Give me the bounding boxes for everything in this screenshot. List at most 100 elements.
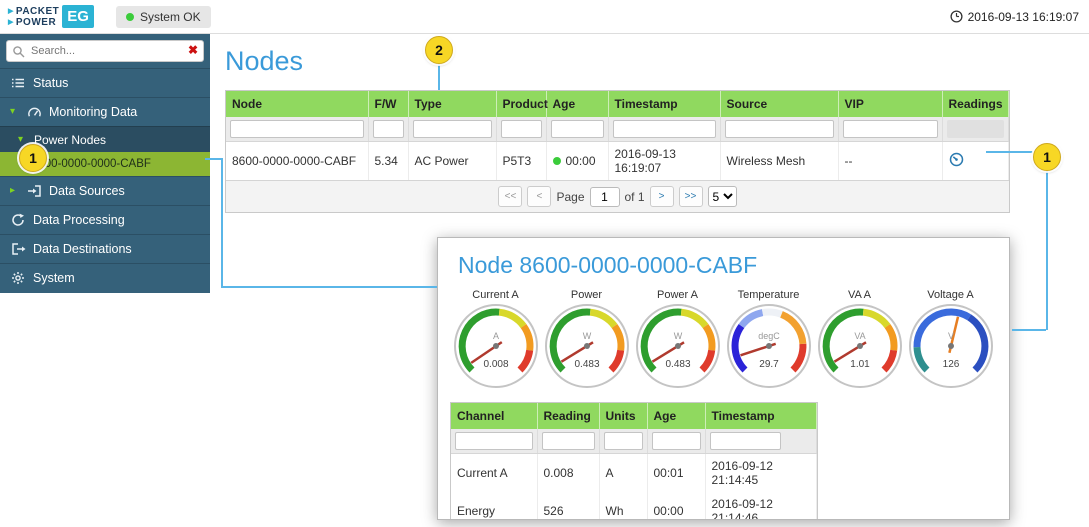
filter-vip-input[interactable] <box>843 120 938 138</box>
col-header-age[interactable]: Age <box>647 403 705 429</box>
logo-line1: PACKET <box>16 6 59 17</box>
channel-header-row: Channel Reading Units Age Timestamp <box>451 403 817 429</box>
col-header-timestamp[interactable]: Timestamp <box>608 91 720 117</box>
svg-text:W: W <box>582 331 591 341</box>
annotation-circle-1-left: 1 <box>19 144 47 172</box>
annotation-line <box>205 158 222 160</box>
logo-line2: POWER <box>16 17 56 28</box>
col-header-type[interactable]: Type <box>408 91 496 117</box>
sidebar-item-system[interactable]: System <box>0 263 210 292</box>
svg-text:0.008: 0.008 <box>483 359 508 370</box>
app-window: ▶PACKET ▶POWER EG System OK 2016-09-13 1… <box>0 0 1089 527</box>
filter-reading-input[interactable] <box>542 432 595 450</box>
annotation-circle-2: 2 <box>425 36 453 64</box>
cell-fw: 5.34 <box>368 142 408 181</box>
svg-text:degC: degC <box>758 331 780 341</box>
gauge-title: Power <box>541 289 632 301</box>
cell-timestamp: 2016-09-12 21:14:45 <box>705 454 817 493</box>
annotation-line <box>221 158 223 288</box>
filter-type-input[interactable] <box>413 120 492 138</box>
gauge-title: Current A <box>450 289 541 301</box>
col-header-vip[interactable]: VIP <box>838 91 942 117</box>
page-number-input[interactable] <box>590 187 620 207</box>
svg-text:126: 126 <box>942 359 959 370</box>
filter-source-input[interactable] <box>725 120 834 138</box>
gauge-power-a: Power A W0.483 <box>632 289 723 392</box>
prev-page-button[interactable]: < <box>527 186 551 207</box>
cell-type: AC Power <box>408 142 496 181</box>
annotation-line <box>438 64 440 90</box>
table-row: 8600-0000-0000-CABF 5.34 AC Power P5T3 0… <box>226 142 1009 181</box>
svg-text:29.7: 29.7 <box>759 359 779 370</box>
col-header-fw[interactable]: F/W <box>368 91 408 117</box>
cell-units: Wh <box>599 492 647 520</box>
filter-timestamp-input[interactable] <box>613 120 716 138</box>
gauge-power: Power W 0.483 <box>541 289 632 392</box>
svg-text:VA: VA <box>854 331 865 341</box>
filter-channel-input[interactable] <box>455 432 533 450</box>
col-header-product[interactable]: Product <box>496 91 546 117</box>
cell-vip: -- <box>838 142 942 181</box>
readings-gauge-icon[interactable] <box>949 156 964 170</box>
svg-text:W: W <box>673 331 682 341</box>
search-input[interactable] <box>6 40 204 62</box>
last-page-button[interactable]: >> <box>679 186 703 207</box>
age-status-dot-icon <box>553 157 561 165</box>
channel-row: Energy 526 Wh 00:00 2016-09-12 21:14:46 <box>451 492 817 520</box>
annotation-line <box>986 151 1033 153</box>
cell-reading: 526 <box>537 492 599 520</box>
filter-node-input[interactable] <box>230 120 364 138</box>
col-header-age[interactable]: Age <box>546 91 608 117</box>
svg-text:0.483: 0.483 <box>574 359 599 370</box>
sidebar-item-label: Data Destinations <box>33 242 132 256</box>
popup-title: Node 8600-0000-0000-CABF <box>458 252 1009 279</box>
sidebar-search: ✖ <box>6 40 204 62</box>
filter-fw-input[interactable] <box>373 120 404 138</box>
annotation-line <box>221 286 437 288</box>
sidebar-item-data-processing[interactable]: Data Processing <box>0 205 210 234</box>
filter-product-input[interactable] <box>501 120 542 138</box>
gauge-title: Power A <box>632 289 723 301</box>
sidebar-item-monitoring-data[interactable]: ▾ Monitoring Data <box>0 97 210 126</box>
col-header-timestamp[interactable]: Timestamp <box>705 403 817 429</box>
first-page-button[interactable]: << <box>498 186 522 207</box>
filter-age-input[interactable] <box>551 120 604 138</box>
gauge-current-a: Current A A0.008 <box>450 289 541 392</box>
page-label: Page <box>556 190 584 204</box>
filter-timestamp-input[interactable] <box>710 432 782 450</box>
system-status-label: System OK <box>140 10 201 24</box>
cell-source: Wireless Mesh <box>720 142 838 181</box>
page-size-select[interactable]: 5 <box>708 186 737 207</box>
col-header-source[interactable]: Source <box>720 91 838 117</box>
sidebar-item-label: Status <box>33 76 68 90</box>
cell-reading: 0.008 <box>537 454 599 493</box>
sidebar-item-data-destinations[interactable]: Data Destinations <box>0 234 210 263</box>
channel-table: Channel Reading Units Age Timestamp <box>451 403 817 520</box>
sidebar-item-data-sources[interactable]: ▸ Data Sources <box>0 176 210 205</box>
col-header-readings[interactable]: Readings <box>942 91 1009 117</box>
col-header-node[interactable]: Node <box>226 91 368 117</box>
sidebar-item-label: 8600-0000-0000-CABF <box>32 158 151 170</box>
filter-units-input[interactable] <box>604 432 643 450</box>
clock-icon <box>950 10 963 23</box>
filter-age-input[interactable] <box>652 432 701 450</box>
cell-age: 00:00 <box>647 492 705 520</box>
clear-search-icon[interactable]: ✖ <box>188 43 198 57</box>
pagination-bar: << < Page of 1 > >> 5 <box>226 180 1009 212</box>
channel-row: Current A 0.008 A 00:01 2016-09-12 21:14… <box>451 454 817 493</box>
gauge-dial: V126 <box>908 303 994 389</box>
gauge-dial: VA1.01 <box>817 303 903 389</box>
packet-power-logo: ▶PACKET ▶POWER EG <box>8 5 94 28</box>
col-header-reading[interactable]: Reading <box>537 403 599 429</box>
top-bar: ▶PACKET ▶POWER EG System OK 2016-09-13 1… <box>0 0 1089 34</box>
next-page-button[interactable]: > <box>650 186 674 207</box>
cell-channel: Current A <box>451 454 537 493</box>
filter-readings-disabled <box>947 120 1005 138</box>
col-header-channel[interactable]: Channel <box>451 403 537 429</box>
logo-chevron-icon: ▶ <box>8 17 14 28</box>
col-header-units[interactable]: Units <box>599 403 647 429</box>
nodes-table-container: Node F/W Type Product Age Timestamp Sour… <box>225 90 1010 213</box>
search-icon <box>12 45 25 61</box>
chevron-right-icon: ▸ <box>10 186 19 196</box>
sidebar-item-status[interactable]: Status <box>0 68 210 97</box>
